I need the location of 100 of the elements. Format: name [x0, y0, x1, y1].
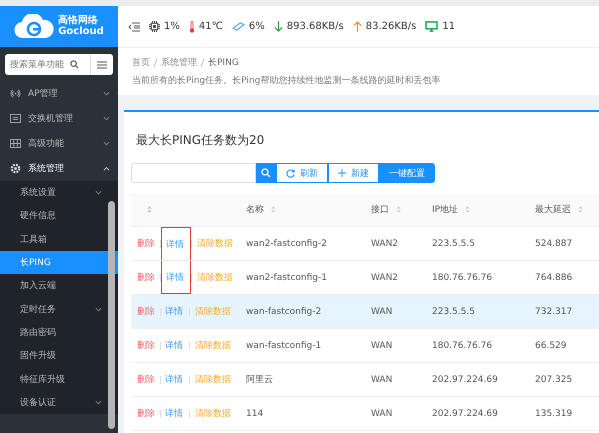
submenu-item[interactable]: 工具箱	[0, 228, 118, 251]
delete-link[interactable]: 删除	[136, 329, 160, 362]
memory-stick-icon	[232, 22, 245, 31]
table-cell: 135.319	[535, 408, 572, 418]
sort-icon[interactable]	[578, 205, 583, 214]
breadcrumb-link[interactable]: 长PING	[208, 56, 239, 69]
table-cell: WAN2	[371, 238, 398, 248]
menu-item[interactable]: 系统管理	[0, 156, 118, 181]
submenu-item[interactable]: 路由密码	[0, 320, 118, 344]
table-row[interactable]: 删除 详情 清除数据 wan2-fastconfig-2 WAN2 223.5.5.5 524.887	[131, 226, 599, 260]
submenu-item[interactable]: 固件升级	[0, 344, 118, 368]
collapse-menu-icon[interactable]	[128, 22, 140, 32]
table-cell: WAN	[371, 340, 392, 350]
brand-subname: Gocloud	[58, 26, 104, 37]
table-cell: 180.76.76.76	[432, 272, 492, 282]
submenu-item[interactable]: 特征库升级	[0, 367, 118, 391]
table-cell: 202.97.224.69	[432, 374, 498, 384]
table-cell: 732.317	[535, 306, 572, 316]
new-button[interactable]: 新建	[328, 163, 379, 183]
chevron-down-icon	[95, 190, 102, 196]
status-value: 6%	[248, 21, 265, 32]
table-cell: 764.886	[535, 272, 572, 282]
menu-item[interactable]: AP管理	[0, 81, 118, 106]
switch-icon	[10, 114, 21, 123]
status-value: 893.68KB/s	[286, 21, 344, 32]
arrow-down-icon	[274, 21, 283, 32]
table-cell: 223.5.5.5	[432, 238, 475, 248]
table-cell: 207.325	[535, 374, 572, 384]
table-row[interactable]: 删除 详情 清除数据 阿里云 WAN 202.97.224.69 207.325	[131, 362, 599, 396]
grid-icon	[10, 139, 21, 148]
page-description: 当前所有的长Ping任务。长Ping帮助您持续性地监测一条线路的延时和丢包率	[132, 74, 442, 87]
status-value: 1%	[164, 21, 180, 32]
cloud-logo-icon	[14, 14, 54, 40]
table-cell: wan2-fastconfig-1	[246, 272, 327, 282]
table-cell: 202.97.224.69	[432, 408, 498, 418]
menu-item[interactable]: 交换机管理	[0, 106, 118, 131]
status-value: 83.26KB/s	[366, 21, 416, 32]
details-link[interactable]: 详情	[161, 227, 191, 260]
search-field[interactable]	[131, 163, 256, 183]
table-cell: WAN	[371, 306, 392, 316]
card-title: 最大长PING任务数为20	[135, 132, 266, 149]
chevron-down-icon	[95, 400, 102, 405]
details-link[interactable]: 详情	[161, 397, 189, 430]
search-icon	[261, 168, 271, 178]
gear-icon	[10, 163, 21, 174]
table-cell: WAN2	[371, 272, 398, 282]
table-cell: 524.887	[535, 238, 572, 248]
delete-link[interactable]: 删除	[136, 227, 160, 260]
chip-icon	[149, 21, 160, 32]
sort-icon[interactable]	[464, 205, 470, 214]
table-cell: WAN	[371, 374, 392, 384]
submenu-item[interactable]: 定时任务	[0, 297, 118, 321]
scrollbar[interactable]	[108, 201, 115, 429]
menu-icon	[97, 60, 107, 68]
column-header[interactable]: IP地址	[432, 205, 458, 215]
table-cell: 66.529	[535, 340, 566, 350]
details-link[interactable]: 详情	[161, 329, 189, 362]
plus-icon	[338, 169, 346, 177]
table-cell: 114	[246, 408, 264, 418]
table-row[interactable]: 删除 详情 清除数据 114 WAN 202.97.224.69 135.319	[131, 396, 599, 430]
breadcrumb-link[interactable]: 系统管理	[161, 56, 197, 69]
menu-item[interactable]: 高级功能	[0, 131, 118, 156]
table-cell: 阿里云	[246, 375, 273, 385]
details-link[interactable]: 详情	[161, 363, 189, 396]
sort-icon[interactable]	[396, 205, 401, 214]
chevron-down-icon	[95, 306, 102, 312]
submenu-item[interactable]: 硬件信息	[0, 204, 118, 228]
sort-icon[interactable]	[270, 205, 276, 214]
table-cell: WAN	[371, 408, 392, 418]
submenu-item[interactable]: 长PING	[0, 250, 118, 274]
refresh-icon	[286, 168, 295, 178]
table-cell: wan-fastconfig-2	[246, 306, 322, 316]
table-cell: 223.5.5.5	[432, 306, 475, 316]
column-header[interactable]: 名称	[246, 205, 264, 215]
status-value: 11	[442, 21, 456, 32]
monitor-icon	[425, 21, 438, 32]
search-icon	[70, 60, 79, 69]
details-link[interactable]: 详情	[161, 261, 191, 294]
search-button[interactable]	[256, 163, 276, 183]
brand-name: 高恪网络	[58, 16, 100, 26]
refresh-button[interactable]: 刷新	[276, 163, 328, 183]
table-row[interactable]: 删除 详情 清除数据 wan-fastconfig-1 WAN 180.76.76.76 66.529	[131, 328, 599, 362]
quick-config-button[interactable]: 一键配置	[379, 163, 435, 183]
submenu-item[interactable]: 设备认证	[0, 390, 118, 414]
submenu-item[interactable]: 加入云端	[0, 274, 118, 298]
delete-link[interactable]: 删除	[136, 397, 160, 430]
thermometer-icon	[188, 20, 195, 32]
table-cell: wan-fastconfig-1	[246, 340, 322, 350]
antenna-icon	[10, 89, 21, 98]
status-value: 41℃	[198, 21, 223, 32]
table-cell: 180.76.76.76	[432, 340, 492, 350]
delete-link[interactable]: 删除	[136, 261, 160, 294]
arrow-up-icon	[352, 21, 362, 32]
breadcrumb-link[interactable]: 首页	[132, 56, 150, 69]
column-header[interactable]: 接口	[371, 205, 389, 215]
delete-link[interactable]: 删除	[136, 363, 160, 396]
submenu-item[interactable]: 系统设置	[0, 181, 118, 204]
column-header[interactable]: 最大延迟	[535, 205, 571, 215]
table-cell: wan2-fastconfig-2	[246, 238, 327, 248]
sort-icon[interactable]	[147, 204, 152, 214]
